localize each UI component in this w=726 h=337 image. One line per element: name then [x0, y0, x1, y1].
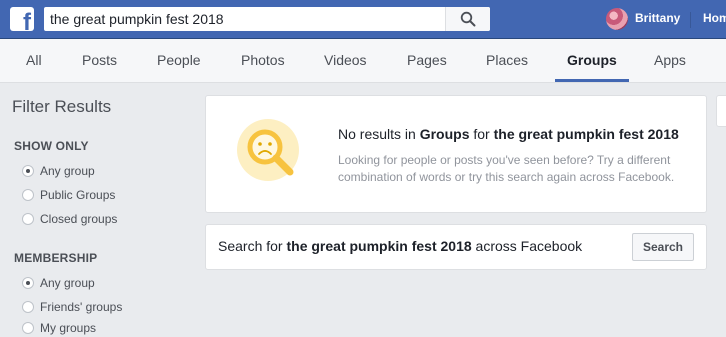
facebook-logo[interactable]: f [10, 7, 34, 31]
search-across-facebook-card: Search for the great pumpkin fest 2018 a… [205, 224, 707, 270]
avatar [606, 8, 628, 30]
radio-label: Closed groups [40, 212, 118, 226]
tab-photos[interactable]: Photos [241, 39, 285, 82]
top-bar: f Brittany Hom [0, 0, 726, 39]
tab-groups[interactable]: Groups [555, 39, 629, 82]
radio-label: Any group [40, 276, 95, 290]
radio-label: Public Groups [40, 188, 116, 202]
search-button[interactable] [445, 7, 490, 31]
radio-selected-icon [22, 277, 34, 289]
radio-label: Friends' groups [40, 300, 123, 314]
search-tabs: All Posts People Photos Videos Pages Pla… [0, 39, 726, 83]
header-divider [690, 12, 691, 28]
radio-icon [22, 322, 34, 334]
membership-heading: MEMBERSHIP [14, 251, 98, 265]
search-icon [460, 11, 476, 27]
radio-icon [22, 189, 34, 201]
sad-magnifier-icon [237, 119, 299, 181]
tab-all[interactable]: All [26, 39, 42, 82]
tab-apps[interactable]: Apps [654, 39, 686, 82]
filter-results-title: Filter Results [12, 97, 112, 116]
no-results-card: No results in Groups for the great pumpk… [205, 95, 707, 213]
radio-label: Any group [40, 164, 95, 178]
radio-icon [22, 301, 34, 313]
search-facebook-button[interactable]: Search [632, 233, 694, 261]
search-input[interactable] [50, 9, 440, 29]
radio-selected-icon [22, 165, 34, 177]
show-only-heading: SHOW ONLY [14, 139, 89, 153]
tab-places[interactable]: Places [486, 39, 528, 82]
radio-label: My groups [40, 321, 97, 335]
no-results-title: No results in Groups for the great pumpk… [338, 126, 679, 142]
tab-pages[interactable]: Pages [407, 39, 447, 82]
radio-icon [22, 213, 34, 225]
no-results-subtext: Looking for people or posts you've seen … [338, 153, 675, 184]
home-link[interactable]: Hom [703, 11, 726, 25]
tab-people[interactable]: People [157, 39, 201, 82]
user-name: Brittany [635, 11, 681, 25]
tab-posts[interactable]: Posts [82, 39, 117, 82]
search-box [44, 7, 490, 31]
right-column-card [716, 95, 726, 127]
tab-videos[interactable]: Videos [324, 39, 367, 82]
search-across-facebook-text: Search for the great pumpkin fest 2018 a… [218, 238, 583, 254]
